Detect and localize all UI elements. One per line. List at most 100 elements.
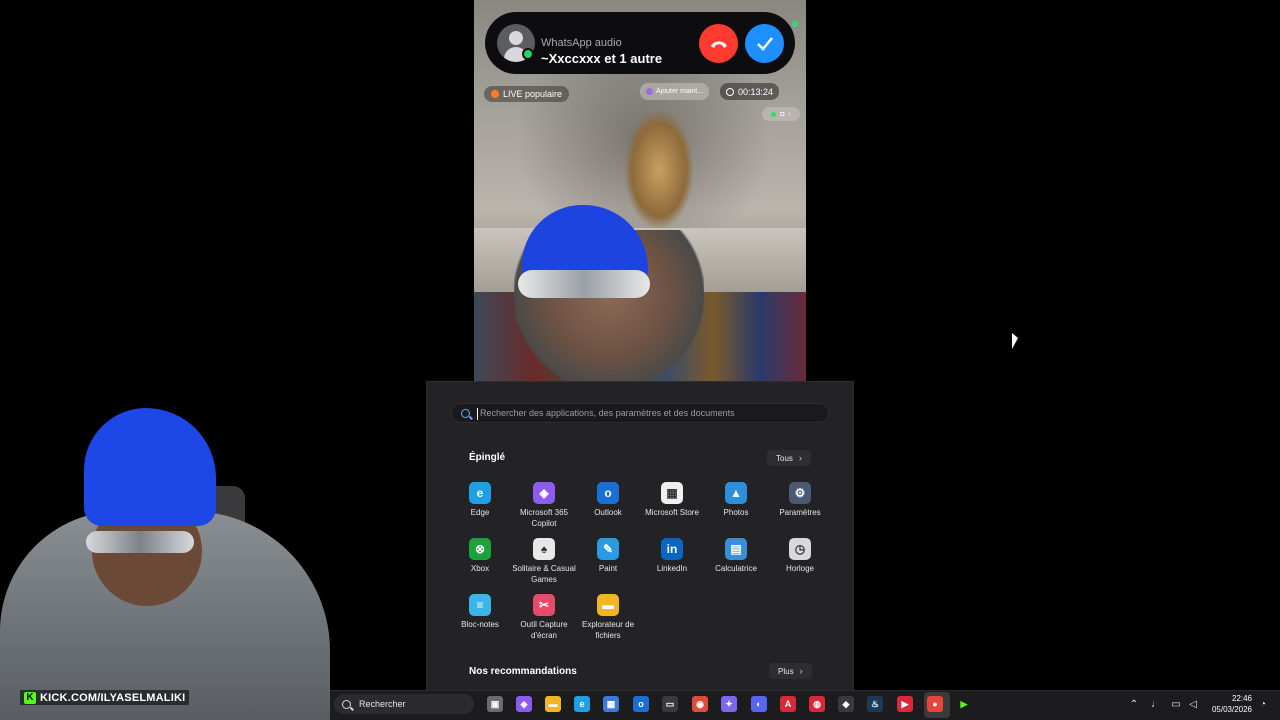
capture-icon[interactable]: ▭	[662, 696, 678, 712]
app-parametres[interactable]: ⚙ Paramètres	[764, 482, 836, 519]
app-solitaire-casual-games[interactable]: ♠ Solitaire & Casual Games	[508, 538, 580, 585]
app-label: Paramètres	[779, 508, 821, 517]
photos-icon: ▲	[725, 482, 747, 504]
chevron-right-icon: ›	[799, 666, 803, 676]
camera-controls[interactable]: ◘ ›	[762, 107, 800, 121]
volume-muted-icon[interactable]: ◁	[1187, 698, 1199, 710]
mouse-cursor-icon	[1012, 333, 1018, 349]
app-calculatrice[interactable]: ▤ Calculatrice	[700, 538, 772, 575]
search-icon	[461, 409, 470, 418]
app-label: Explorateur de fichiers	[581, 620, 635, 640]
app-horloge[interactable]: ◷ Horloge	[764, 538, 836, 575]
horloge-icon: ◷	[789, 538, 811, 560]
notification-bell-icon[interactable]: ◔	[1257, 698, 1269, 710]
edge-icon: e	[469, 482, 491, 504]
steam-icon[interactable]: ♨	[867, 696, 883, 712]
app-photos[interactable]: ▲ Photos	[700, 482, 772, 519]
status-dot-icon	[771, 111, 777, 117]
webcam-overlay	[0, 386, 330, 720]
bloc-notes-icon: ≡	[469, 594, 491, 616]
app-label: Microsoft 365 Copilot	[519, 508, 569, 528]
sunglasses	[518, 270, 650, 298]
more-recommendations-button[interactable]: Plus ›	[769, 663, 812, 679]
app-label: Paint	[598, 564, 618, 573]
taskbar-date[interactable]: 05/03/2026	[1206, 705, 1252, 714]
show-hidden-icons-chevron-icon[interactable]: ⌃	[1128, 698, 1140, 710]
outlook-icon: o	[597, 482, 619, 504]
network-icon[interactable]: ▭	[1170, 698, 1182, 710]
sparkle-icon	[646, 88, 653, 95]
store-icon[interactable]: ▦	[603, 696, 619, 712]
app-outil-capture-d-ecran[interactable]: ✂ Outil Capture d'écran	[508, 594, 580, 641]
accept-call-button[interactable]	[745, 24, 784, 63]
microphone-icon[interactable]: ♩	[1150, 698, 1162, 710]
task-view-icon[interactable]: ▣	[487, 696, 503, 712]
live-popular-badge: LIVE populaire	[484, 86, 570, 102]
video-app-icon[interactable]: ▶	[897, 696, 913, 712]
app-label: Outlook	[594, 508, 622, 517]
taskbar-time[interactable]: 22:46	[1224, 694, 1252, 703]
edge-icon[interactable]: e	[574, 696, 590, 712]
file-explorer-icon[interactable]: ▬	[545, 696, 561, 712]
copilot-icon[interactable]: ◈	[516, 696, 532, 712]
decline-call-button[interactable]	[699, 24, 738, 63]
kick-app-icon[interactable]: ▶	[956, 696, 972, 712]
app-paint[interactable]: ✎ Paint	[572, 538, 644, 575]
app-label: Horloge	[785, 564, 814, 573]
recommended-title: Nos recommandations	[469, 666, 577, 677]
outil-capture-d-ecran-icon: ✂	[533, 594, 555, 616]
microsoft-store-icon: ▦	[661, 482, 683, 504]
game-controller-icon[interactable]: ✦	[721, 696, 737, 712]
app-label: Xbox	[470, 564, 490, 573]
clock-icon	[726, 87, 734, 96]
app-microsoft-365-copilot[interactable]: ◈ Microsoft 365 Copilot	[508, 482, 580, 529]
outlook-icon[interactable]: o	[633, 696, 649, 712]
search-placeholder: Rechercher des applications, des paramèt…	[480, 408, 735, 418]
app-label: Outil Capture d'écran	[520, 620, 568, 640]
all-apps-button[interactable]: Tous ›	[767, 450, 811, 466]
app-label: Bloc-notes	[461, 620, 499, 629]
parametres-icon: ⚙	[789, 482, 811, 504]
privacy-indicator-icon	[792, 21, 798, 27]
camera-icon: ◘	[780, 110, 785, 118]
text-caret	[477, 408, 478, 420]
app-explorateur-de-fichiers[interactable]: ▬ Explorateur de fichiers	[572, 594, 644, 641]
kick-channel-banner: K KICK.COM/ILYASELMALIKI	[20, 690, 190, 705]
calculatrice-icon: ▤	[725, 538, 747, 560]
app-label: Microsoft Store	[645, 508, 699, 517]
app-label: Calculatrice	[715, 564, 757, 573]
call-type-label: WhatsApp audio	[541, 37, 622, 49]
recording-app-icon[interactable]: ●	[927, 696, 943, 712]
acrobat-icon[interactable]: A	[780, 696, 796, 712]
app-microsoft-store[interactable]: ▦ Microsoft Store	[636, 482, 708, 519]
start-menu	[426, 381, 854, 690]
sunglasses-webcam	[86, 531, 194, 553]
taskbar-search[interactable]: Rechercher	[334, 694, 474, 714]
blue-beanie-webcam	[84, 408, 216, 526]
app-label: Solitaire & Casual Games	[512, 564, 576, 584]
app-bloc-notes[interactable]: ≡ Bloc-notes	[444, 594, 516, 631]
chevron-right-icon: ›	[798, 453, 802, 463]
discord-icon[interactable]: ◐	[751, 696, 767, 712]
app-linkedin[interactable]: in LinkedIn	[636, 538, 708, 575]
app-label: LinkedIn	[656, 564, 688, 573]
solitaire-casual-games-icon: ♠	[533, 538, 555, 560]
explorateur-de-fichiers-icon: ▬	[597, 594, 619, 616]
pinned-title: Épinglé	[469, 452, 506, 463]
whatsapp-badge-icon	[522, 48, 534, 60]
paint-icon: ✎	[597, 538, 619, 560]
app-red-icon[interactable]: ◍	[809, 696, 825, 712]
app-outlook[interactable]: o Outlook	[572, 482, 644, 519]
chevron-right-icon: ›	[788, 110, 791, 118]
monkey-figure	[624, 110, 694, 230]
caller-name: ~Xxccxxx et 1 autre	[541, 51, 663, 66]
start-search-input[interactable]: Rechercher des applications, des paramèt…	[451, 403, 829, 423]
microsoft-365-copilot-icon: ◈	[533, 482, 555, 504]
add-button[interactable]: Ajouter maint...	[640, 83, 710, 100]
app-xbox[interactable]: ⊗ Xbox	[444, 538, 516, 575]
app-dark-icon[interactable]: ◆	[838, 696, 854, 712]
app-edge[interactable]: e Edge	[444, 482, 516, 519]
app-label: Edge	[470, 508, 490, 517]
chrome-icon[interactable]: ◉	[692, 696, 708, 712]
app-label: Photos	[723, 508, 749, 517]
